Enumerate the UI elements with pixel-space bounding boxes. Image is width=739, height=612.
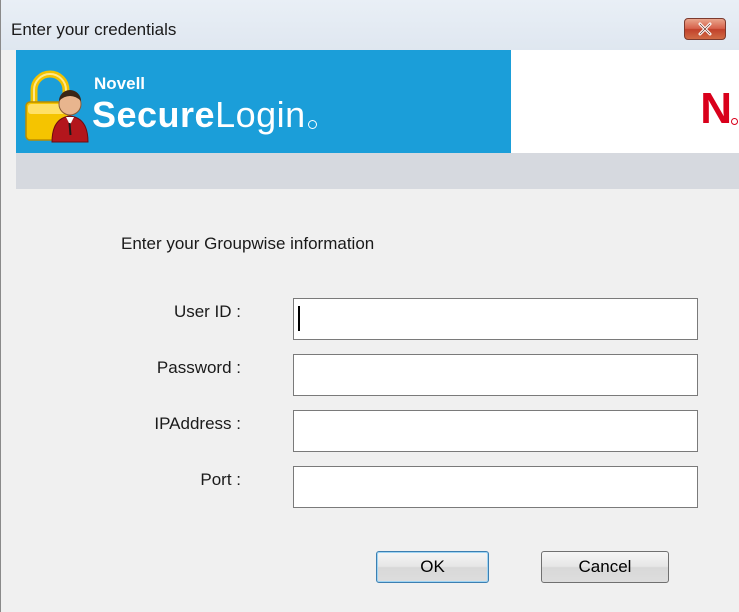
brand-small-text: Novell [94, 74, 146, 93]
banner-blue-panel: Novell SecureLogin [16, 50, 511, 153]
product-banner: Novell SecureLogin N [16, 50, 739, 153]
brand-product-name: SecureLogin [92, 94, 317, 136]
cancel-button[interactable]: Cancel [541, 551, 669, 583]
registered-mark-icon [307, 120, 317, 129]
form-heading: Enter your Groupwise information [121, 234, 375, 253]
port-label: Port : [200, 470, 241, 489]
ok-button[interactable]: OK [376, 551, 489, 583]
banner-divider-strip [16, 153, 739, 189]
window-title: Enter your credentials [11, 20, 177, 39]
ip-address-field[interactable] [293, 410, 698, 452]
text-cursor [298, 306, 300, 331]
brand-regular-text: Login [215, 94, 306, 135]
close-button[interactable] [684, 18, 726, 40]
credentials-dialog: Enter your credentials Novell SecureLogi… [0, 0, 739, 612]
novell-logo-letter: N [700, 84, 732, 133]
password-field[interactable] [293, 354, 698, 396]
novell-logo: N [700, 84, 738, 134]
brand-bold-text: Secure [92, 94, 216, 135]
close-icon [698, 22, 712, 36]
user-id-label: User ID : [173, 302, 241, 321]
port-field[interactable] [293, 466, 698, 508]
title-bar: Enter your credentials [1, 0, 739, 50]
lock-user-icon [25, 70, 89, 143]
password-label: Password : [156, 358, 241, 377]
user-id-field[interactable] [293, 298, 698, 340]
novell-registered-mark-icon [731, 118, 738, 125]
ip-address-label: IPAddress : [154, 414, 241, 433]
